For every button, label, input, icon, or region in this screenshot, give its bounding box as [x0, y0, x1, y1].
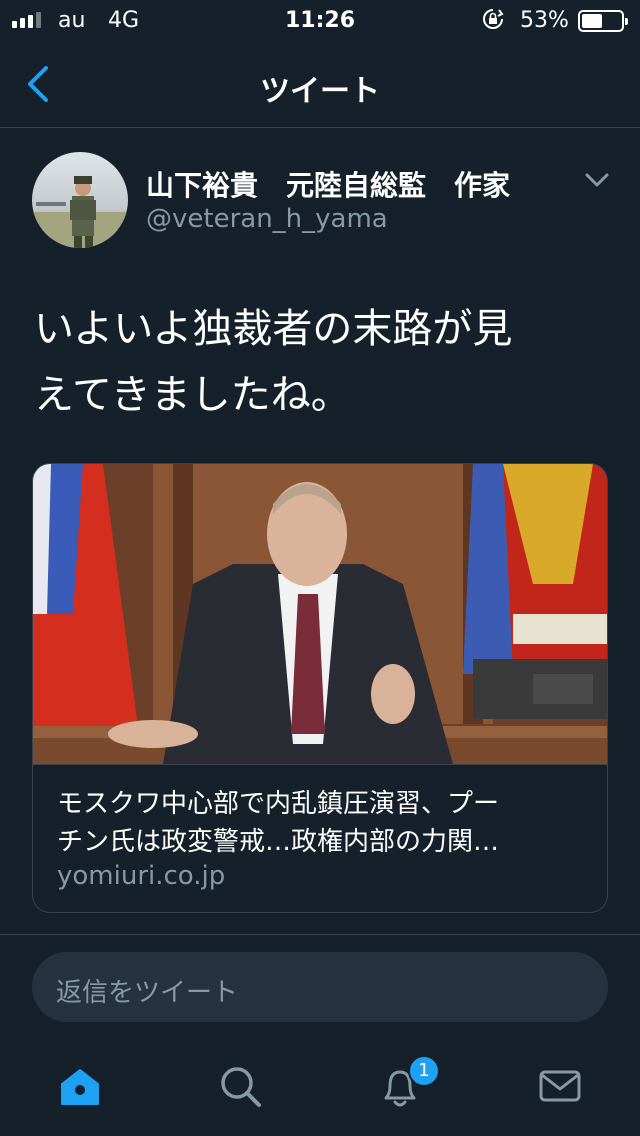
- tweet-text-line: えてきましたね。: [34, 372, 351, 418]
- chevron-down-icon[interactable]: [584, 170, 610, 190]
- tweet-text-line: いよいよ独裁者の末路が見: [34, 306, 513, 352]
- user-handle[interactable]: @veteran_h_yama: [146, 204, 388, 234]
- link-card-title-line: モスクワ中心部で内乱鎮圧演習、プー: [57, 789, 500, 819]
- rotation-lock-icon: [483, 9, 504, 29]
- status-bar: au 4G 11:26 53%: [0, 0, 640, 40]
- divider: [0, 934, 640, 935]
- home-icon[interactable]: [56, 1062, 104, 1110]
- link-card-title: モスクワ中心部で内乱鎮圧演習、プー チン氏は政変警戒…政権内部の力関…: [57, 785, 587, 861]
- link-card-domain: yomiuri.co.jp: [57, 861, 226, 891]
- avatar[interactable]: [32, 152, 128, 248]
- tab-bar: 1: [0, 1040, 640, 1136]
- reply-input[interactable]: 返信をツイート: [32, 952, 608, 1022]
- tweet-header: 山下裕貴 元陸自総監 作家 @veteran_h_yama: [32, 152, 612, 252]
- tweet-text: いよいよ独裁者の末路が見 えてきましたね。: [34, 296, 614, 428]
- display-name[interactable]: 山下裕貴 元陸自総監 作家: [146, 164, 510, 204]
- news-photo: [33, 464, 607, 764]
- search-icon[interactable]: [216, 1062, 264, 1110]
- link-card-title-line: チン氏は政変警戒…政権内部の力関…: [57, 827, 500, 857]
- messages-icon[interactable]: [536, 1062, 584, 1110]
- nav-bar: ツイート: [0, 40, 640, 128]
- battery-level: [582, 14, 602, 28]
- battery-percent: 53%: [520, 8, 569, 33]
- link-card[interactable]: モスクワ中心部で内乱鎮圧演習、プー チン氏は政変警戒…政権内部の力関… yomi…: [32, 463, 608, 913]
- reply-placeholder: 返信をツイート: [56, 978, 239, 1008]
- page-title: ツイート: [260, 74, 380, 109]
- battery-icon: [578, 10, 628, 32]
- notification-badge: 1: [408, 1055, 440, 1087]
- link-card-body: モスクワ中心部で内乱鎮圧演習、プー チン氏は政変警戒…政権内部の力関… yomi…: [33, 764, 607, 912]
